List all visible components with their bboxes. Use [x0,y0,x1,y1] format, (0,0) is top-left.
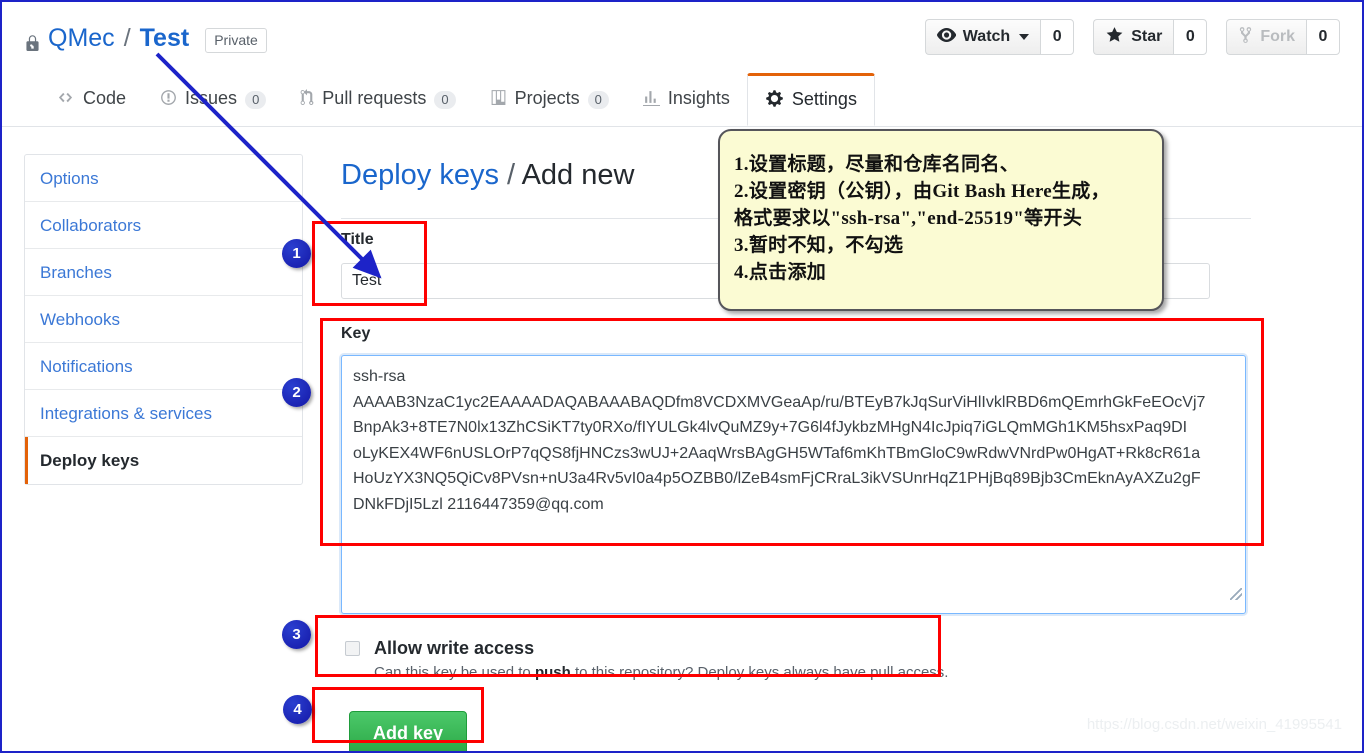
sidebar-item-deploy-keys[interactable]: Deploy keys [25,437,302,484]
tab-settings-label: Settings [791,89,857,109]
watch-button-group[interactable]: Watch 0 [924,19,1075,55]
fork-button-label: Fork [1260,28,1295,45]
repo-breadcrumb: QMec / Test Private [24,22,267,54]
fork-button[interactable]: Fork [1226,19,1306,55]
tab-issues[interactable]: Issues 0 [143,74,283,125]
highlight-box-key [320,318,1264,546]
watch-count: 0 [1040,19,1075,55]
tab-pull-requests-label: Pull requests [322,88,427,108]
graph-icon [642,89,660,111]
visibility-badge: Private [205,27,267,53]
git-pull-request-icon [300,88,314,111]
sidebar-item-branches[interactable]: Branches [25,249,302,296]
step-badge-4: 4 [283,695,312,724]
gear-icon [765,89,784,113]
fork-count: 0 [1306,19,1340,55]
tab-settings[interactable]: Settings [746,73,875,126]
browser-page: QMec / Test Private Watch 0 Star 0 Fork … [0,0,1364,753]
lock-icon [24,29,41,51]
issue-opened-icon [160,89,177,111]
step-badge-1: 1 [282,239,311,268]
sidebar-item-collaborators[interactable]: Collaborators [25,202,302,249]
tab-code[interactable]: Code [39,74,143,125]
fork-icon [1238,26,1253,49]
repo-owner-link[interactable]: QMec [48,22,115,54]
tab-issues-label: Issues [185,88,238,108]
page-title-rest: Add new [521,159,635,191]
watch-button-label: Watch [962,28,1011,45]
highlight-box-title [312,221,427,306]
repo-separator: / [123,24,131,52]
star-button[interactable]: Star [1093,19,1174,55]
page-title-link[interactable]: Deploy keys [341,159,499,191]
step-badge-2: 2 [282,378,311,407]
repo-actions: Watch 0 Star 0 Fork 0 [924,19,1340,55]
code-icon [56,89,75,110]
settings-sidebar: Options Collaborators Branches Webhooks … [24,154,303,485]
tab-insights[interactable]: Insights [626,74,747,125]
star-icon [1105,26,1124,49]
star-count: 0 [1173,19,1208,55]
sidebar-item-integrations-services[interactable]: Integrations & services [25,390,302,437]
tab-projects-count: 0 [587,90,609,109]
textarea-resize-handle[interactable] [1230,588,1242,600]
fork-button-group[interactable]: Fork 0 [1226,19,1340,55]
watch-button[interactable]: Watch [924,19,1041,55]
sidebar-item-options[interactable]: Options [25,155,302,202]
sidebar-item-notifications[interactable]: Notifications [25,343,302,390]
tab-issues-count: 0 [245,90,267,109]
star-button-group[interactable]: Star 0 [1093,19,1208,55]
project-board-icon [490,89,507,111]
tab-projects[interactable]: Projects 0 [473,74,626,125]
repo-header: QMec / Test Private Watch 0 Star 0 Fork … [2,2,1362,70]
tab-insights-label: Insights [667,88,730,108]
repo-name-link[interactable]: Test [140,22,190,54]
tab-projects-label: Projects [514,88,580,108]
tab-code-label: Code [83,88,127,108]
sidebar-item-webhooks[interactable]: Webhooks [25,296,302,343]
eye-icon [936,27,956,47]
repo-tab-nav: Code Issues 0 Pull requests 0 Projects 0… [2,73,1362,127]
step-badge-3: 3 [282,620,311,649]
page-title-separator: / [507,159,516,191]
watermark-text: https://blog.csdn.net/weixin_41995541 [1086,716,1342,733]
chevron-down-icon [1019,34,1030,40]
star-button-label: Star [1131,28,1163,45]
highlight-box-allow-write [315,615,941,677]
tab-pull-requests[interactable]: Pull requests 0 [283,74,472,125]
highlight-box-add-key [312,687,484,743]
annotation-note: 1.设置标题，尽量和仓库名同名、 2.设置密钥（公钥），由Git Bash He… [718,129,1164,311]
tab-pull-requests-count: 0 [434,90,456,109]
